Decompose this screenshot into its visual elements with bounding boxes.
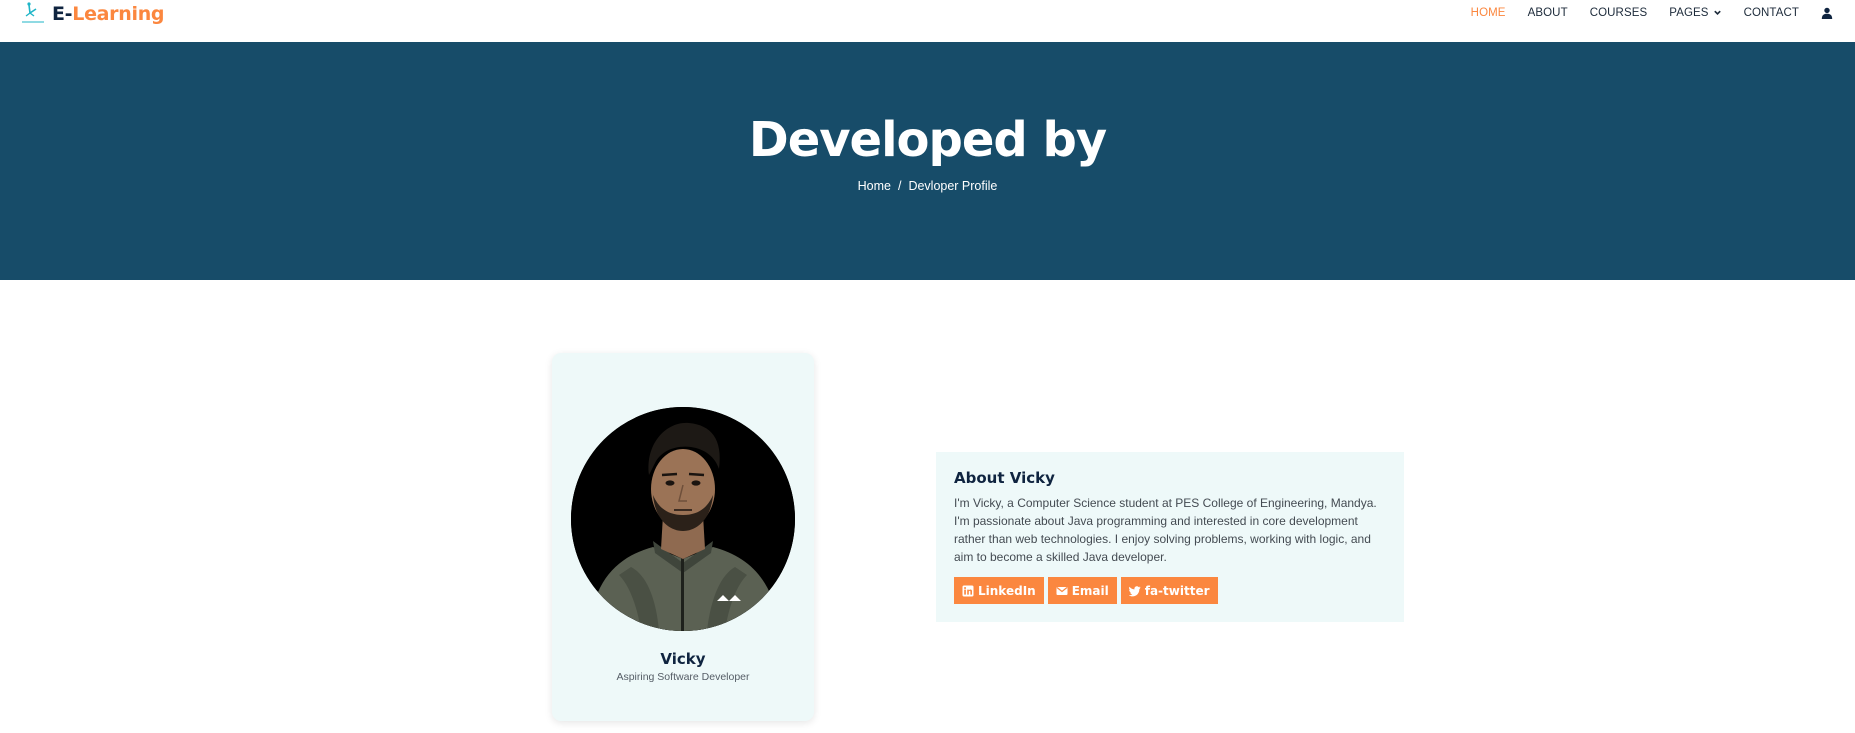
nav-home[interactable]: HOME (1471, 7, 1506, 19)
user-icon[interactable] (1821, 7, 1833, 19)
brand-prefix: E- (52, 3, 73, 25)
profile-card: Vicky Aspiring Software Developer (552, 353, 814, 721)
brand-logo-icon (22, 2, 44, 23)
nav-menu: HOME ABOUT COURSES PAGES CONTACT (1471, 0, 1855, 25)
twitter-button-label: fa-twitter (1144, 583, 1210, 598)
page-title: Developed by (748, 112, 1107, 168)
linkedin-button[interactable]: LinkedIn (954, 577, 1044, 604)
nav-contact[interactable]: CONTACT (1744, 7, 1799, 19)
about-title: About Vicky (954, 469, 1055, 487)
nav-courses[interactable]: COURSES (1590, 7, 1648, 19)
brand-name: E-Learning (52, 3, 165, 25)
about-section: About Vicky I'm Vicky, a Computer Scienc… (936, 452, 1404, 622)
avatar-photo (571, 407, 795, 631)
chevron-down-icon (1713, 10, 1721, 15)
nav-pages-dropdown[interactable]: PAGES (1669, 7, 1721, 19)
about-description: I'm Vicky, a Computer Science student at… (954, 496, 1377, 564)
brand-suffix: Learning (72, 3, 165, 25)
envelope-icon (1056, 586, 1068, 595)
nav-pages-label: PAGES (1669, 6, 1709, 19)
breadcrumb: Home / Devloper Profile (0, 179, 1855, 193)
profile-role: Aspiring Software Developer (616, 671, 750, 683)
linkedin-icon (962, 585, 974, 596)
nav-about[interactable]: ABOUT (1528, 7, 1568, 19)
profile-name: Vicky (660, 650, 706, 668)
page-header-hero: Developed by Home / Devloper Profile (0, 42, 1855, 280)
breadcrumb-home-link[interactable]: Home (858, 179, 891, 193)
breadcrumb-current: Devloper Profile (908, 179, 998, 193)
avatar (571, 407, 795, 631)
twitter-icon (1128, 585, 1141, 596)
social-buttons: LinkedIn Email fa-twitter (954, 577, 1222, 604)
breadcrumb-separator: / (897, 179, 902, 193)
top-navbar: E-Learning HOME ABOUT COURSES PAGES CONT… (0, 0, 1855, 42)
brand-logo-link[interactable]: E-Learning (20, 0, 165, 28)
email-button[interactable]: Email (1047, 577, 1117, 604)
linkedin-button-label: LinkedIn (978, 583, 1036, 598)
twitter-button[interactable]: fa-twitter (1120, 577, 1218, 604)
email-button-label: Email (1071, 583, 1109, 598)
